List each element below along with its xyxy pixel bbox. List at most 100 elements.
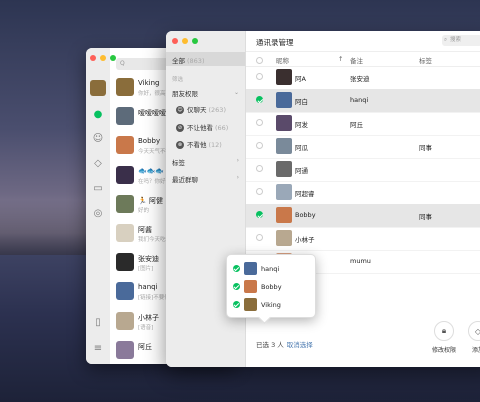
filter-recent-groups[interactable]: 最近群聊 xyxy=(172,174,198,184)
contact-remark: 阿丘 xyxy=(350,121,363,129)
add-tag-label: 添加 xyxy=(471,347,480,354)
contact-nickname: Bobby xyxy=(295,211,316,219)
moments-icon[interactable]: ◎ xyxy=(92,207,104,219)
row-checkbox[interactable] xyxy=(256,165,263,172)
nav-rail: ● ☺ ◇ ▭ ◎ ▯ ≡ xyxy=(86,48,116,364)
filter-all[interactable]: 全部 (863) xyxy=(172,55,204,65)
chat-name: hanqi xyxy=(138,283,158,292)
avatar xyxy=(276,115,292,131)
add-tag-button[interactable]: ◇ 添加 xyxy=(460,321,480,354)
table-row[interactable]: 阿超睿 xyxy=(246,181,480,205)
table-row[interactable]: 阿瓜 同事 xyxy=(246,135,480,159)
chat-name: 🐟🐟🐟 xyxy=(138,166,165,175)
avatar xyxy=(116,78,134,96)
row-checkbox[interactable] xyxy=(256,188,263,195)
table-row[interactable]: 阿通 xyxy=(246,158,480,182)
selected-contact-item[interactable]: Viking xyxy=(233,297,311,313)
select-all-checkbox[interactable] xyxy=(256,57,263,64)
chat-name: Viking xyxy=(138,79,160,87)
col-tag[interactable]: 标签 xyxy=(419,55,432,65)
check-icon xyxy=(233,283,240,290)
avatar xyxy=(276,92,292,108)
row-checkbox[interactable] xyxy=(256,119,263,126)
favorites-icon[interactable]: ◇ xyxy=(92,157,104,169)
chat-name: 小林子 xyxy=(138,313,159,322)
avatar xyxy=(116,282,134,301)
page-title: 通讯录管理 xyxy=(256,38,294,47)
close-button[interactable] xyxy=(90,55,96,61)
window-controls xyxy=(90,55,116,61)
filter-not-see[interactable]: ⊗ 不看他 (12) xyxy=(176,139,222,149)
contact-nickname: 阿A xyxy=(295,75,306,83)
row-checkbox[interactable] xyxy=(256,234,263,241)
col-nickname[interactable]: 昵称 xyxy=(276,55,289,65)
avatar xyxy=(116,253,134,272)
selected-contact-item[interactable]: hanqi xyxy=(233,261,311,277)
contact-nickname: 小林子 xyxy=(295,236,315,244)
table-row[interactable]: Bobby 同事 xyxy=(246,204,480,228)
table-row[interactable]: 阿A 张安迪 xyxy=(246,66,480,90)
friend-permission-section[interactable]: 朋友权限 xyxy=(172,88,198,98)
contact-nickname: 阿通 xyxy=(295,167,308,175)
avatar xyxy=(244,298,257,311)
col-remark[interactable]: 备注 xyxy=(350,55,363,65)
sort-arrow-icon[interactable]: ↑ xyxy=(338,55,343,63)
edit-permission-button[interactable]: 🔒︎ 修改权限 xyxy=(426,321,462,354)
table-row[interactable]: 阿白 hanqi xyxy=(246,89,480,113)
table-row[interactable]: 小林子 xyxy=(246,227,480,251)
chevron-right-icon[interactable]: › xyxy=(237,174,239,181)
selected-contacts-popup: hanqi Bobby Viking xyxy=(226,254,316,318)
maximize-button[interactable] xyxy=(192,38,198,44)
chevron-down-icon[interactable]: ⌄ xyxy=(234,89,239,96)
chat-name: 阿丘 xyxy=(138,342,152,351)
minimize-button[interactable] xyxy=(100,55,106,61)
chat-name: 阿酱 xyxy=(138,226,152,234)
folder-icon[interactable]: ▭ xyxy=(92,182,104,194)
selection-summary: 已选 3 人取消选择 xyxy=(256,339,313,349)
row-checkbox[interactable] xyxy=(256,96,263,103)
chat-only-count: (263) xyxy=(208,106,226,114)
filter-hide-mine[interactable]: ⊘ 不让他看 (66) xyxy=(176,122,228,132)
avatar xyxy=(116,194,134,213)
chat-name: 张安迪 xyxy=(138,255,159,264)
table-header: 昵称 ↑ 备注 标签 xyxy=(246,51,480,67)
search-icon: ⌕ xyxy=(444,37,448,43)
chat-preview: [图片] xyxy=(138,266,154,273)
selected-contact-name: Bobby xyxy=(261,283,282,291)
cancel-selection-link[interactable]: 取消选择 xyxy=(287,341,313,349)
filter-tags[interactable]: 标签 xyxy=(172,157,185,167)
close-button[interactable] xyxy=(172,38,178,44)
contact-tag: 同事 xyxy=(419,213,432,221)
filter-chat-only[interactable]: ☺ 仅聊天 (263) xyxy=(176,104,226,114)
search-input[interactable]: ⌕ 搜索 xyxy=(442,35,480,46)
row-checkbox[interactable] xyxy=(256,73,263,80)
avatar[interactable] xyxy=(90,80,106,96)
chevron-right-icon[interactable]: › xyxy=(237,157,239,164)
minimize-button[interactable] xyxy=(182,38,188,44)
avatar xyxy=(276,69,292,85)
avatar xyxy=(116,311,134,330)
check-icon xyxy=(233,265,240,272)
header: 通讯录管理 ⌕ 搜索 xyxy=(246,31,480,51)
phone-icon[interactable]: ▯ xyxy=(92,316,104,328)
avatar xyxy=(276,161,292,177)
selected-count: 已选 3 人 xyxy=(256,341,284,349)
tag-icon: ◇ xyxy=(468,321,480,341)
chat-name: Bobby xyxy=(138,137,161,146)
hide-mine-label: 不让他看 xyxy=(187,124,213,132)
menu-icon[interactable]: ≡ xyxy=(92,342,104,354)
not-see-count: (12) xyxy=(208,141,222,149)
row-checkbox[interactable] xyxy=(256,142,263,149)
avatar xyxy=(116,165,134,184)
chat-preview: [语音] xyxy=(138,324,154,331)
row-checkbox[interactable] xyxy=(256,211,263,218)
avatar xyxy=(276,230,292,246)
contact-nickname: 阿瓜 xyxy=(295,144,308,152)
chat-icon[interactable]: ● xyxy=(92,108,104,120)
contact-remark: mumu xyxy=(350,257,371,265)
table-row[interactable]: 阿发 阿丘 xyxy=(246,112,480,136)
selected-contact-item[interactable]: Bobby xyxy=(233,279,311,295)
contacts-icon[interactable]: ☺ xyxy=(92,132,104,144)
window-controls xyxy=(172,38,198,44)
avatar xyxy=(276,138,292,154)
